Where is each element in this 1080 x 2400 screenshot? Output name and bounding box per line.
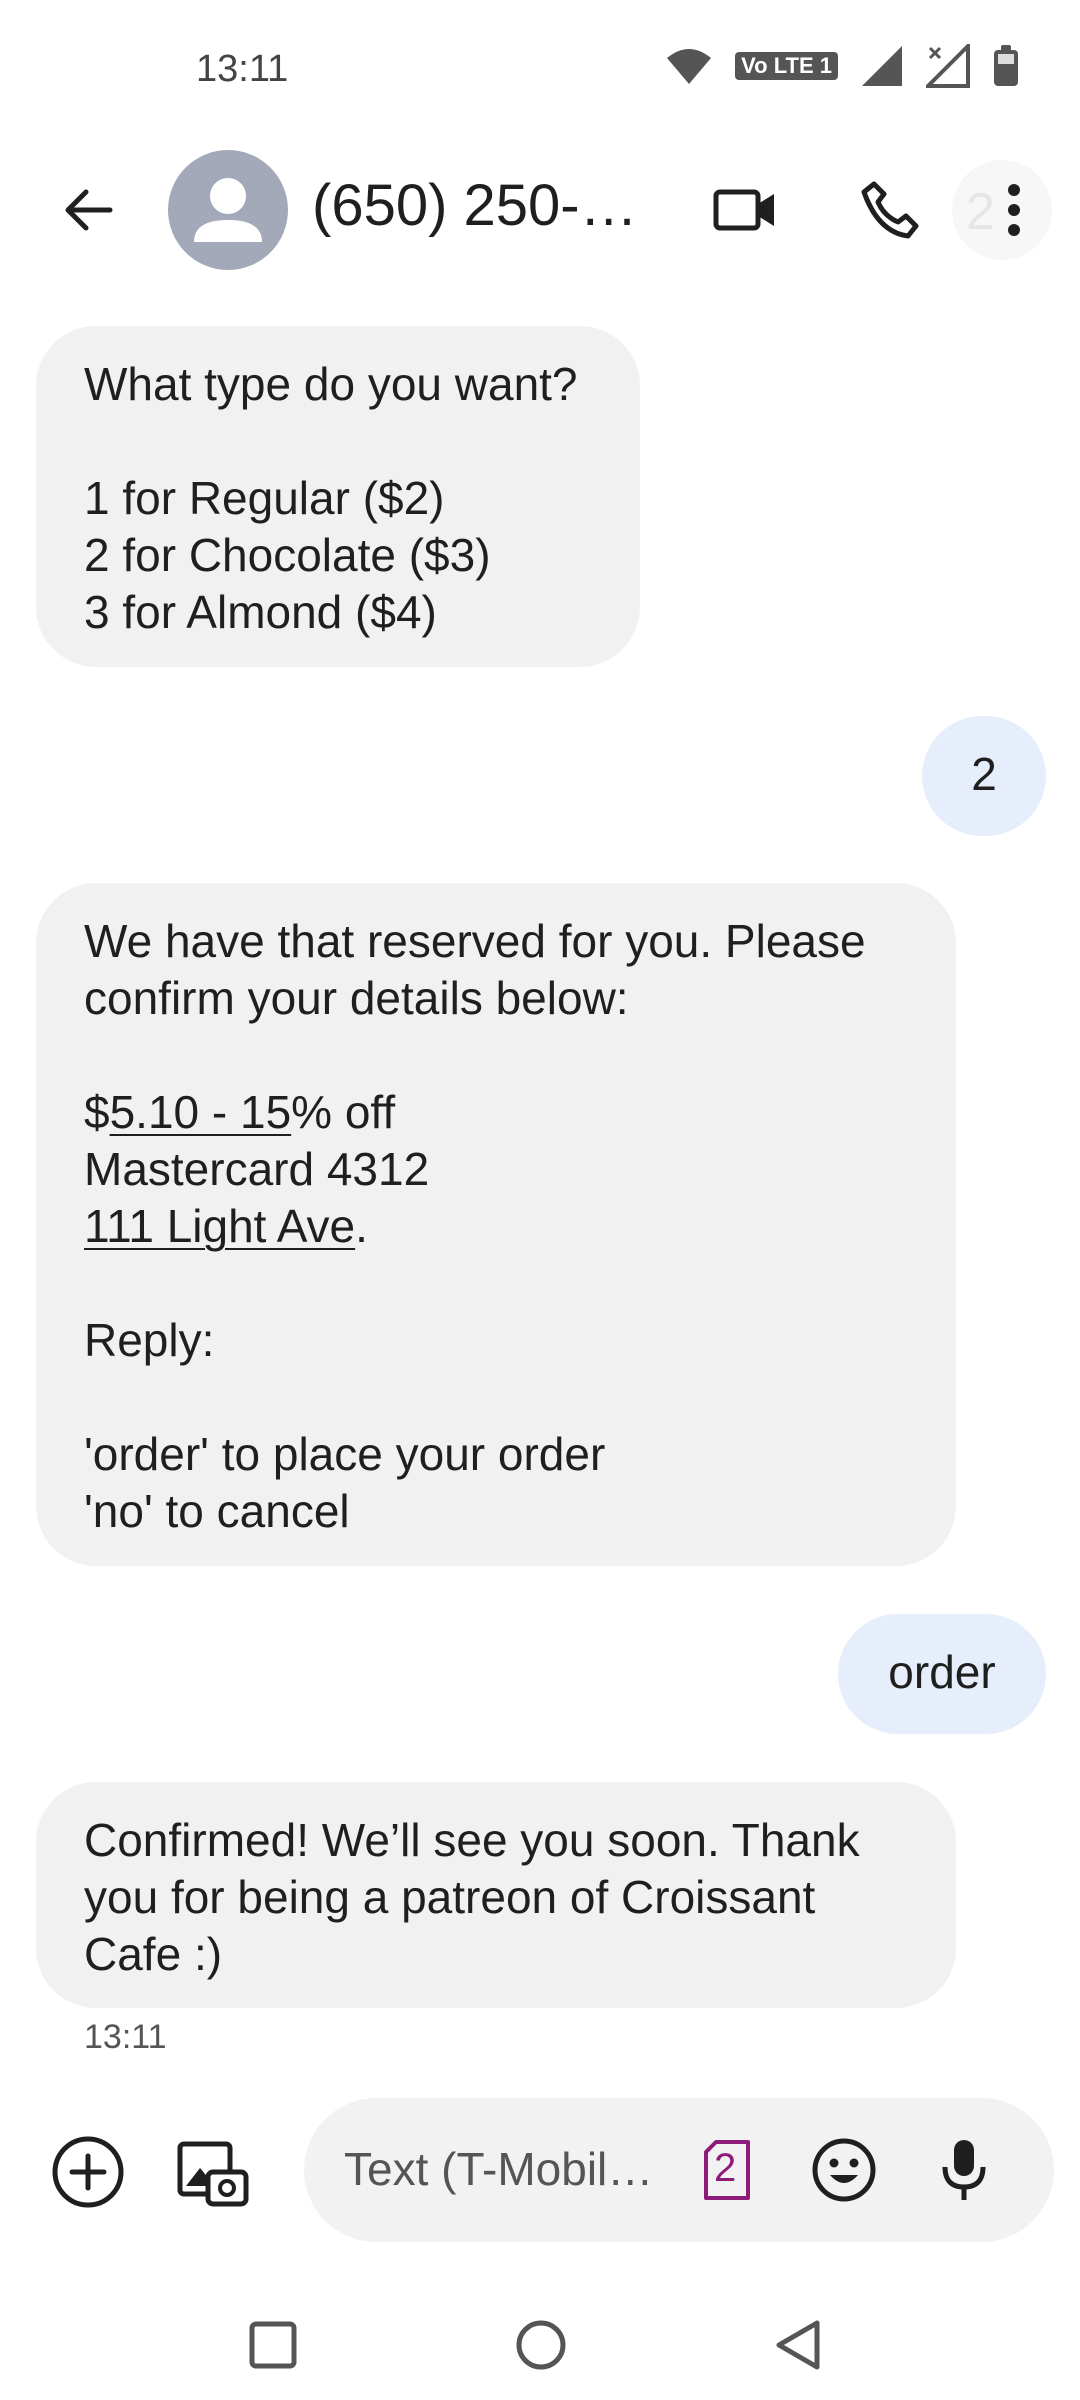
message-line: We have that reserved for you. Please: [84, 915, 866, 967]
emoji-icon: [812, 2138, 876, 2202]
price-suffix: % off: [291, 1086, 396, 1138]
recent-apps-button[interactable]: [238, 2310, 308, 2380]
incoming-message[interactable]: We have that reserved for you. Please co…: [36, 883, 956, 1566]
mic-icon: [942, 2140, 986, 2200]
add-attachment-button[interactable]: [46, 2130, 130, 2214]
contact-name[interactable]: (650) 250-06…: [312, 172, 662, 239]
more-vert-icon: [1008, 184, 1020, 236]
status-time: 13:11: [196, 48, 289, 90]
person-icon: [194, 178, 262, 242]
address-link[interactable]: 111 Light Ave: [84, 1200, 355, 1252]
compose-bar: Text (T-Mobil… 2: [304, 2098, 1054, 2242]
voice-call-button[interactable]: [850, 170, 930, 250]
video-camera-icon: [713, 189, 774, 231]
home-button[interactable]: [506, 2310, 576, 2380]
message-timestamp: 13:11: [84, 2018, 167, 2056]
price-line: $5.10 - 15% off: [84, 1084, 908, 1141]
signal-no-service-icon: [926, 44, 970, 88]
message-line: Reply:: [84, 1314, 215, 1366]
sim-number: 2: [714, 2146, 737, 2190]
system-nav-bar: [0, 2280, 1080, 2400]
gallery-icon: [177, 2141, 249, 2207]
price-link[interactable]: 5.10 - 15: [110, 1086, 292, 1138]
emoji-button[interactable]: [808, 2134, 880, 2206]
wifi-icon: [667, 49, 712, 84]
message-line: you for being a patreon of Croissant: [84, 1871, 816, 1923]
conversation-header: (650) 250-06… 2: [0, 140, 1080, 280]
message-line: What type do you want?: [84, 358, 578, 410]
message-line: Cafe :): [84, 1928, 223, 1980]
address-line: 111 Light Ave.: [84, 1198, 908, 1255]
price-prefix: $: [84, 1086, 110, 1138]
message-text: 2: [971, 748, 997, 800]
message-line: Confirmed! We’ll see you soon. Thank: [84, 1814, 860, 1866]
message-input[interactable]: Text (T-Mobil…: [344, 2142, 654, 2196]
message-line: 2 for Chocolate ($3): [84, 529, 491, 581]
incoming-message[interactable]: Confirmed! We’ll see you soon. Thank you…: [36, 1782, 956, 2008]
message-line: [84, 1027, 908, 1084]
signal-icon: [862, 46, 902, 86]
message-line: 'order' to place your order: [84, 1428, 606, 1480]
recent-apps-icon: [249, 2321, 297, 2369]
phone-icon: [861, 181, 919, 239]
back-arrow-icon: [65, 189, 113, 231]
message-text: order: [888, 1646, 996, 1698]
outgoing-message[interactable]: 2: [922, 716, 1046, 836]
message-line: 1 for Regular ($2): [84, 472, 445, 524]
address-suffix: .: [355, 1200, 368, 1252]
gallery-button[interactable]: [170, 2130, 254, 2214]
voice-input-button[interactable]: [928, 2134, 1000, 2206]
status-bar: 13:11 Vo LTE 1: [0, 0, 1080, 130]
message-line: [84, 1255, 908, 1312]
message-line: 'no' to cancel: [84, 1485, 350, 1537]
more-options-button[interactable]: 2: [952, 160, 1052, 260]
back-button[interactable]: [48, 170, 128, 250]
volte-icon: Vo LTE 1: [735, 52, 838, 80]
contact-avatar[interactable]: [168, 150, 288, 270]
battery-icon: [994, 45, 1018, 86]
incoming-message[interactable]: What type do you want? 1 for Regular ($2…: [36, 326, 640, 667]
sim-selector-button[interactable]: 2: [692, 2134, 762, 2206]
message-line: confirm your details below:: [84, 972, 629, 1024]
add-circle-icon: [52, 2136, 124, 2208]
back-triangle-icon: [776, 2320, 820, 2370]
status-icons: Vo LTE 1: [665, 44, 1020, 88]
nav-back-button[interactable]: [764, 2310, 834, 2380]
outgoing-message[interactable]: order: [838, 1614, 1046, 1734]
message-line: [84, 413, 592, 470]
message-line: Mastercard 4312: [84, 1143, 430, 1195]
message-line: [84, 1369, 908, 1426]
video-call-button[interactable]: [705, 170, 785, 250]
sim-indicator: 2: [966, 183, 995, 241]
home-icon: [516, 2320, 566, 2370]
message-line: 3 for Almond ($4): [84, 586, 437, 638]
